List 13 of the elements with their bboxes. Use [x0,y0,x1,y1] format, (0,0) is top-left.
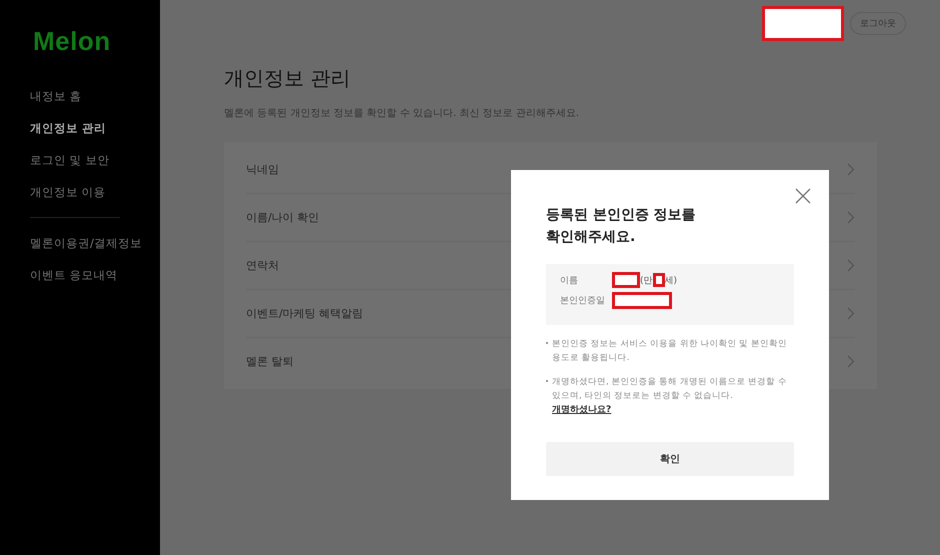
note-text: 본인인증 정보는 서비스 이용을 위한 나이확인 및 본인확인 용도로 활용됩니다. [552,338,788,365]
page-description: 멜론에 등록된 개인정보 정보를 확인할 수 있습니다. 최신 정보로 관리해주세요. [224,107,580,120]
dialog-title: 등록된 본인인증 정보를 확인해주세요. [546,206,697,247]
note-text: 개명하셨다면, 본인인증을 통해 개명된 이름으로 변경할 수 있으며, 타인의 정보로는 변경할 수 없습니다. [552,376,788,403]
page-title: 개인정보 관리 [224,65,352,92]
row-label: 닉네임 [246,162,279,177]
row-label: 연락처 [246,258,279,273]
field-label: 이름 [560,274,579,286]
field-label: 본인인증일 [560,295,606,307]
row-label: 멜론 탈퇴 [246,354,294,369]
age-text: (만 [640,274,653,286]
row-label: 이벤트/마케팅 혜택알림 [246,306,364,321]
row-label: 이름/나이 확인 [246,210,320,225]
